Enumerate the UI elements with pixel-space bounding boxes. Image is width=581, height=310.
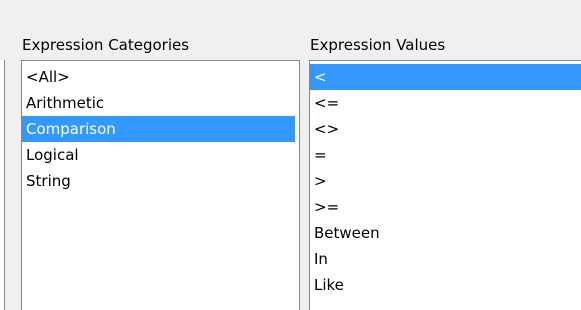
value-item-less-or-equal[interactable]: <= — [310, 90, 581, 116]
category-item-comparison[interactable]: Comparison — [22, 116, 295, 142]
value-item-less-than[interactable]: < — [310, 64, 581, 90]
value-item-not-equal[interactable]: <> — [310, 116, 581, 142]
category-item-logical[interactable]: Logical — [22, 142, 295, 168]
expression-values-listbox[interactable]: < <= <> = > >= Between In Like — [309, 60, 581, 310]
value-item-greater-or-equal[interactable]: >= — [310, 194, 581, 220]
value-item-between[interactable]: Between — [310, 220, 581, 246]
category-item-all[interactable]: <All> — [22, 64, 295, 90]
category-item-arithmetic[interactable]: Arithmetic — [22, 90, 295, 116]
value-item-in[interactable]: In — [310, 246, 581, 272]
expression-values-label: Expression Values — [310, 36, 446, 54]
value-item-greater-than[interactable]: > — [310, 168, 581, 194]
expression-categories-label: Expression Categories — [22, 36, 190, 54]
value-item-equal[interactable]: = — [310, 142, 581, 168]
expression-categories-listbox[interactable]: <All> Arithmetic Comparison Logical Stri… — [21, 60, 300, 310]
left-listbox-edge — [0, 60, 5, 310]
value-item-like[interactable]: Like — [310, 272, 581, 298]
expression-builder-panel: Expression Categories Expression Values … — [0, 0, 581, 310]
category-item-string[interactable]: String — [22, 168, 295, 194]
